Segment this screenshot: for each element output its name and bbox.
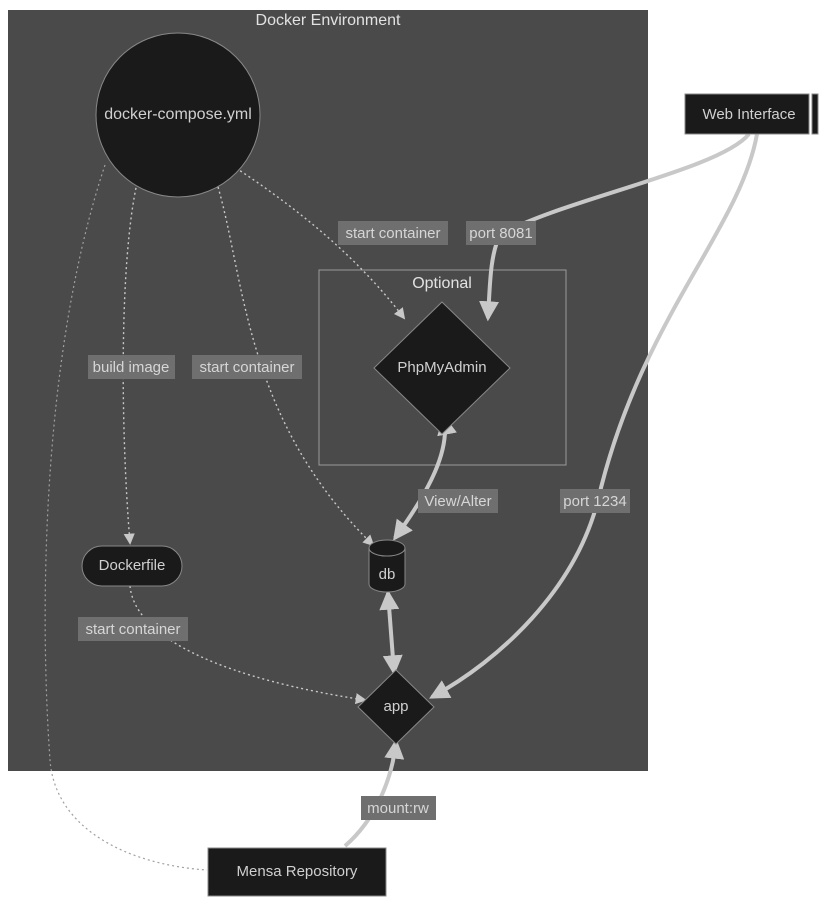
svg-text:start container: start container [345, 225, 440, 242]
node-mensa-repository: Mensa Repository [208, 848, 386, 896]
node-docker-compose: docker-compose.yml [96, 33, 260, 197]
node-db: db [369, 540, 405, 592]
node-docker-compose-label: docker-compose.yml [104, 106, 252, 123]
svg-text:port 1234: port 1234 [563, 493, 626, 510]
svg-text:build image: build image [93, 359, 170, 376]
svg-text:port 8081: port 8081 [469, 225, 532, 242]
edge-label-port-1234: port 1234 [560, 489, 630, 513]
node-mensa-repository-label: Mensa Repository [237, 863, 358, 880]
svg-text:start container: start container [85, 621, 180, 638]
edge-label-start-container-app: start container [78, 617, 188, 641]
edge-label-start-container-db: start container [192, 355, 302, 379]
edge-label-view-alter: View/Alter [418, 489, 498, 513]
node-web-interface: Web Interface [685, 94, 818, 134]
node-phpmyadmin-label: PhpMyAdmin [397, 359, 486, 376]
svg-text:View/Alter: View/Alter [424, 493, 491, 510]
svg-text:start container: start container [199, 359, 294, 376]
edge-label-build-image: build image [88, 355, 175, 379]
edge-label-mount-rw: mount:rw [361, 796, 436, 820]
subgraph-docker-title: Docker Environment [256, 12, 402, 29]
edge-label-start-container-phpmyadmin: start container [338, 221, 448, 245]
node-db-label: db [379, 566, 396, 583]
edge-label-port-8081: port 8081 [466, 221, 536, 245]
svg-text:mount:rw: mount:rw [367, 800, 429, 817]
node-web-interface-label: Web Interface [702, 106, 795, 123]
node-dockerfile: Dockerfile [82, 546, 182, 586]
node-app-label: app [383, 698, 408, 715]
subgraph-optional-title: Optional [412, 275, 472, 292]
diagram-canvas: Docker Environment Optional build image … [0, 0, 824, 908]
node-dockerfile-label: Dockerfile [99, 557, 166, 574]
